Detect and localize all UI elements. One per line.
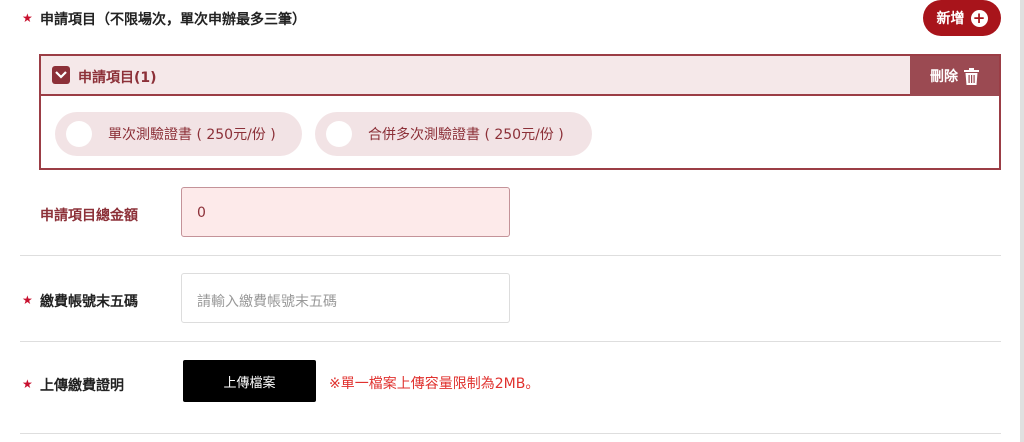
item-title: 申請項目(1) [78, 70, 157, 86]
form-panel: ★ 申請項目（不限場次，單次申辦最多三筆） 新增 + 申請項目(1) 刪除 單次… [0, 0, 1020, 442]
radio-button[interactable] [66, 121, 92, 147]
option-combined-certificate[interactable]: 合併多次測驗證書 ( 250元/份 ) [315, 112, 592, 156]
total-amount-label: 申請項目總金額 [40, 208, 138, 224]
plus-circle-icon: + [970, 9, 988, 27]
add-button-label: 新增 [936, 11, 965, 27]
option-label: 單次測驗證書 ( 250元/份 ) [108, 127, 276, 143]
upload-size-note: ※單一檔案上傳容量限制為2MB。 [329, 376, 540, 392]
required-star: ★ [22, 293, 33, 307]
upload-proof-label: 上傳繳費證明 [40, 378, 124, 394]
application-item-card: 申請項目(1) 刪除 單次測驗證書 ( 250元/份 ) 合併多次測驗證書 ( … [39, 54, 1001, 170]
upload-file-button[interactable]: 上傳檔案 [183, 360, 316, 402]
chevron-down-icon [55, 71, 67, 79]
trash-icon [964, 67, 979, 85]
delete-button-label: 刪除 [930, 69, 958, 85]
radio-button[interactable] [326, 121, 352, 147]
account-last5-label: 繳費帳號末五碼 [40, 294, 138, 310]
divider [20, 433, 1001, 434]
divider [20, 255, 1001, 256]
collapse-toggle[interactable] [52, 66, 70, 84]
account-last5-input[interactable]: 請輸入繳費帳號末五碼 [181, 273, 510, 323]
required-star: ★ [22, 377, 33, 391]
add-item-button[interactable]: 新增 + [923, 0, 1001, 36]
item-header: 申請項目(1) 刪除 [41, 56, 999, 96]
divider [20, 341, 1001, 342]
option-single-certificate[interactable]: 單次測驗證書 ( 250元/份 ) [55, 112, 302, 156]
required-star: ★ [22, 11, 33, 25]
section-title: 申請項目（不限場次，單次申辦最多三筆） [40, 12, 306, 28]
total-amount-field: 0 [181, 187, 510, 237]
scrollbar-track[interactable] [1020, 0, 1024, 442]
delete-item-button[interactable]: 刪除 [910, 56, 999, 96]
option-label: 合併多次測驗證書 ( 250元/份 ) [368, 127, 564, 143]
